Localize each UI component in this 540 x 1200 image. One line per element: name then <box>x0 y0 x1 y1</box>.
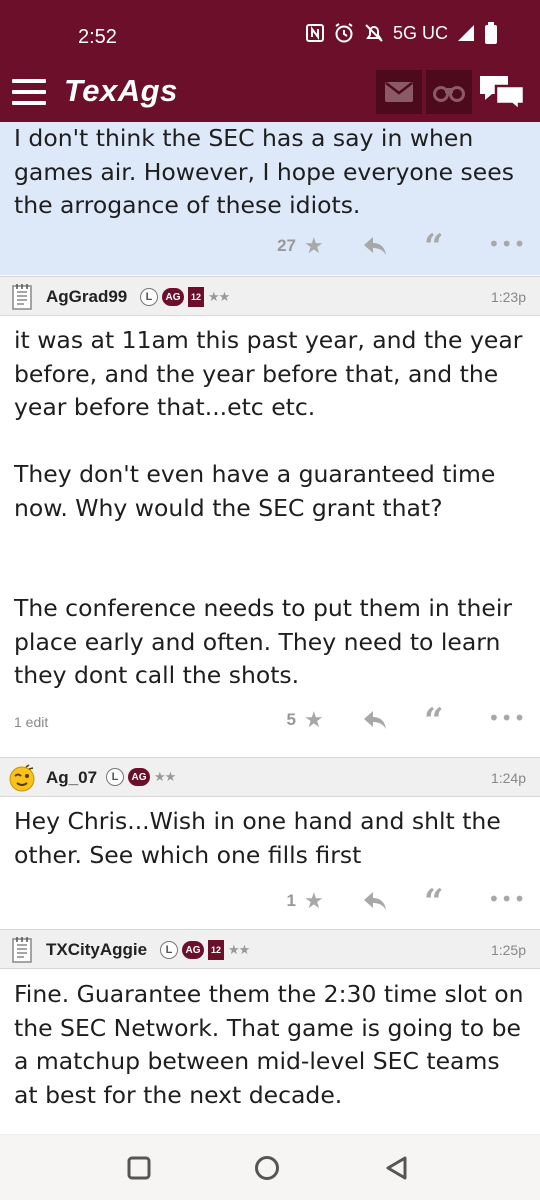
status-bar: 2:52 5G UC <box>0 0 540 68</box>
post-actions: 27 ★ “ ••• <box>0 230 540 264</box>
quote-icon[interactable]: “ <box>424 885 444 919</box>
watch-button[interactable] <box>426 70 472 114</box>
notepad-icon[interactable] <box>8 936 36 964</box>
rank-stars: ★★ <box>208 289 230 305</box>
badge-ag: AG <box>162 288 184 306</box>
badge-12th-man: 12 <box>208 940 224 960</box>
star-icon[interactable]: ★ <box>304 234 324 259</box>
edit-count[interactable]: 1 edit <box>14 714 48 730</box>
post-time: 1:25p <box>490 942 526 958</box>
post-time: 1:23p <box>490 289 526 305</box>
badge-l: L <box>160 941 178 959</box>
post-username[interactable]: Ag_07 <box>46 768 97 788</box>
network-label: 5G UC <box>392 22 448 43</box>
post-item: it was at 11am this past year, and the y… <box>0 316 540 756</box>
reply-icon[interactable] <box>362 889 388 917</box>
winking-face-icon[interactable] <box>8 764 36 792</box>
star-icon[interactable]: ★ <box>304 889 324 914</box>
quote-icon[interactable]: “ <box>424 704 444 738</box>
battery-icon <box>485 22 497 44</box>
user-badges: L AG 12 ★★ <box>140 287 230 307</box>
badge-l: L <box>140 288 158 306</box>
system-nav-bar <box>0 1134 540 1200</box>
post-time: 1:24p <box>490 770 526 786</box>
post-meta: AgGrad99 L AG 12 ★★ 1:23p <box>0 276 540 316</box>
star-count: 5 <box>286 710 296 729</box>
post-body: Fine. Guarantee them the 2:30 time slot … <box>14 980 524 1109</box>
home-circle-icon[interactable] <box>254 1155 280 1181</box>
chat-button[interactable] <box>478 72 528 116</box>
recents-square-icon[interactable] <box>126 1155 152 1181</box>
mail-button[interactable] <box>376 70 422 114</box>
more-icon[interactable]: ••• <box>488 887 526 911</box>
signal-icon <box>458 25 474 41</box>
badge-12th-man: 12 <box>188 287 204 307</box>
mute-icon <box>365 24 383 42</box>
post-item: Fine. Guarantee them the 2:30 time slot … <box>0 969 540 1134</box>
post-item: Hey Chris...Wish in one hand and shlt th… <box>0 797 540 929</box>
more-icon[interactable]: ••• <box>488 706 526 730</box>
post-actions: 1 edit 5 ★ “ ••• <box>0 704 540 738</box>
post-body: it was at 11am this past year, and the y… <box>14 326 523 689</box>
star-count: 27 <box>277 236 296 255</box>
quote-icon[interactable]: “ <box>424 230 444 264</box>
binoculars-icon <box>433 86 465 102</box>
reply-icon[interactable] <box>362 708 388 736</box>
nfc-icon <box>305 24 324 42</box>
user-badges: L AG ★★ <box>106 768 176 786</box>
star-count: 1 <box>286 891 296 910</box>
post-item: I don't think the SEC has a say in when … <box>0 122 540 275</box>
post-username[interactable]: TXCityAggie <box>46 940 147 960</box>
badge-ag: AG <box>128 768 150 786</box>
chat-icon <box>480 76 526 113</box>
post-body: I don't think the SEC has a say in when … <box>14 124 514 219</box>
reply-icon[interactable] <box>362 234 388 262</box>
app-header: TexAgs <box>0 68 540 122</box>
status-time: 2:52 <box>78 26 117 48</box>
post-username[interactable]: AgGrad99 <box>46 287 127 307</box>
badge-l: L <box>106 768 124 786</box>
status-icons: 5G UC <box>305 22 498 44</box>
badge-ag: AG <box>182 941 204 959</box>
post-actions: 1 ★ “ ••• <box>0 885 540 919</box>
menu-icon[interactable] <box>12 79 46 109</box>
rank-stars: ★★ <box>154 769 176 785</box>
notepad-icon[interactable] <box>8 283 36 311</box>
mail-icon <box>385 82 413 102</box>
texags-logo[interactable]: TexAgs <box>64 73 178 109</box>
alarm-icon <box>335 23 353 43</box>
post-meta: Ag_07 L AG ★★ 1:24p <box>0 757 540 797</box>
more-icon[interactable]: ••• <box>488 232 526 256</box>
post-meta: TXCityAggie L AG 12 ★★ 1:25p <box>0 929 540 969</box>
star-icon[interactable]: ★ <box>304 708 324 733</box>
post-body: Hey Chris...Wish in one hand and shlt th… <box>14 807 501 869</box>
back-triangle-icon[interactable] <box>384 1155 410 1181</box>
rank-stars: ★★ <box>228 942 250 958</box>
user-badges: L AG 12 ★★ <box>160 940 250 960</box>
